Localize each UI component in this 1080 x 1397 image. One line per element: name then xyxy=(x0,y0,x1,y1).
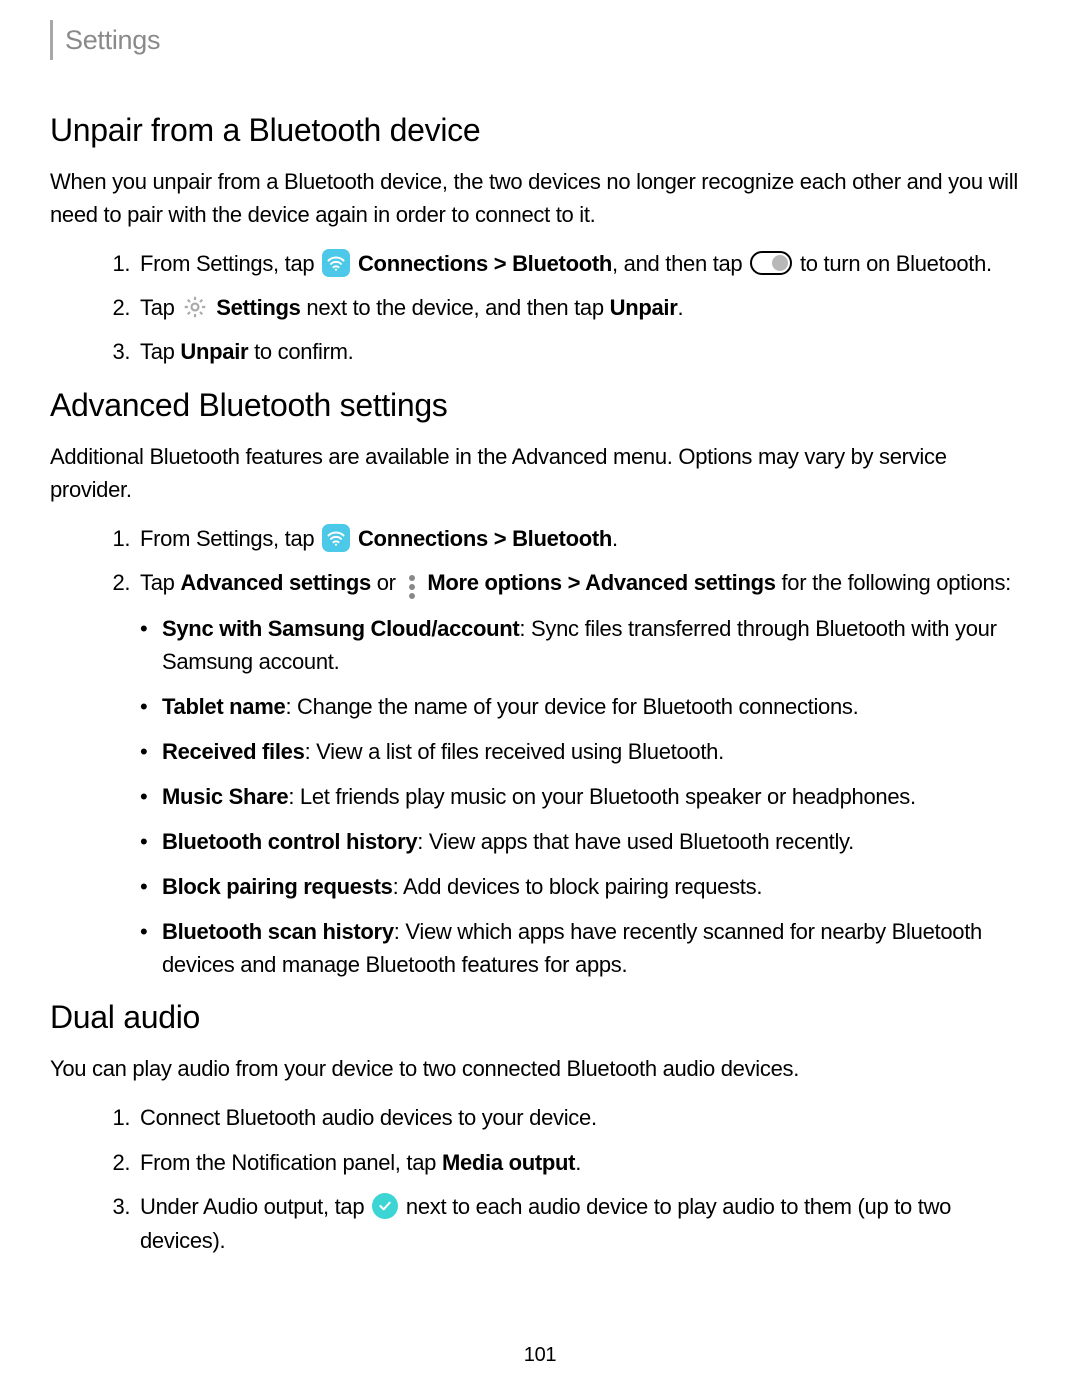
intro-dual-audio: You can play audio from your device to t… xyxy=(50,1052,1030,1085)
text: From Settings, tap xyxy=(140,526,320,551)
steps-dual-audio: Connect Bluetooth audio devices to your … xyxy=(50,1101,1030,1257)
text: From Settings, tap xyxy=(140,251,320,276)
gear-icon xyxy=(182,294,208,320)
text: . xyxy=(678,295,684,320)
list-item: Tap Advanced settings or More options > … xyxy=(136,566,1030,981)
list-item: Tap Settings next to the device, and the… xyxy=(136,291,1030,325)
text: Tap xyxy=(140,295,180,320)
option-desc: : View a list of files received using Bl… xyxy=(305,739,724,764)
option-label: Received files xyxy=(162,739,305,764)
list-item: Bluetooth scan history: View which apps … xyxy=(140,915,1030,981)
list-item: Under Audio output, tap next to each aud… xyxy=(136,1190,1030,1258)
bold-text: Advanced settings xyxy=(180,570,371,595)
list-item: Bluetooth control history: View apps tha… xyxy=(140,825,1030,858)
bold-text: Connections > Bluetooth xyxy=(358,251,612,276)
list-item: Received files: View a list of files rec… xyxy=(140,735,1030,768)
bold-text: Unpair xyxy=(180,339,248,364)
page-header: Settings xyxy=(50,0,1030,100)
heading-advanced: Advanced Bluetooth settings xyxy=(50,387,1030,424)
header-rule xyxy=(50,20,53,60)
heading-dual-audio: Dual audio xyxy=(50,999,1030,1036)
text: to turn on Bluetooth. xyxy=(794,251,992,276)
bold-text: Settings xyxy=(216,295,300,320)
list-item: From Settings, tap Connections > Bluetoo… xyxy=(136,522,1030,556)
text: or xyxy=(371,570,402,595)
text: for the following options: xyxy=(776,570,1011,595)
check-icon xyxy=(372,1193,398,1219)
advanced-options: Sync with Samsung Cloud/account: Sync fi… xyxy=(140,612,1030,981)
intro-unpair: When you unpair from a Bluetooth device,… xyxy=(50,165,1030,231)
text: to confirm. xyxy=(248,339,353,364)
header-title: Settings xyxy=(65,25,160,56)
option-label: Block pairing requests xyxy=(162,874,393,899)
option-label: Bluetooth control history xyxy=(162,829,417,854)
list-item: Connect Bluetooth audio devices to your … xyxy=(136,1101,1030,1135)
bold-text: Unpair xyxy=(610,295,678,320)
text: . xyxy=(612,526,618,551)
option-label: Sync with Samsung Cloud/account xyxy=(162,616,519,641)
heading-unpair: Unpair from a Bluetooth device xyxy=(50,112,1030,149)
text: next to the device, and then tap xyxy=(301,295,610,320)
bold-text: More options > Advanced settings xyxy=(427,570,775,595)
option-desc: : Change the name of your device for Blu… xyxy=(285,694,858,719)
option-label: Music Share xyxy=(162,784,288,809)
text: From the Notification panel, tap xyxy=(140,1150,442,1175)
bold-text: Connections > Bluetooth xyxy=(358,526,612,551)
list-item: Sync with Samsung Cloud/account: Sync fi… xyxy=(140,612,1030,678)
list-item: Music Share: Let friends play music on y… xyxy=(140,780,1030,813)
list-item: Tablet name: Change the name of your dev… xyxy=(140,690,1030,723)
page-number: 101 xyxy=(0,1344,1080,1367)
option-label: Tablet name xyxy=(162,694,285,719)
connections-icon xyxy=(322,249,350,277)
connections-icon xyxy=(322,524,350,552)
text: . xyxy=(575,1150,581,1175)
option-desc: : View apps that have used Bluetooth rec… xyxy=(417,829,854,854)
bold-text: Media output xyxy=(442,1150,575,1175)
option-label: Bluetooth scan history xyxy=(162,919,394,944)
steps-advanced: From Settings, tap Connections > Bluetoo… xyxy=(50,522,1030,981)
more-options-icon xyxy=(406,575,418,599)
option-desc: : Let friends play music on your Bluetoo… xyxy=(288,784,915,809)
intro-advanced: Additional Bluetooth features are availa… xyxy=(50,440,1030,506)
steps-unpair: From Settings, tap Connections > Bluetoo… xyxy=(50,247,1030,369)
toggle-icon xyxy=(750,251,792,275)
text: Tap xyxy=(140,570,180,595)
text: , and then tap xyxy=(612,251,748,276)
list-item: Tap Unpair to confirm. xyxy=(136,335,1030,369)
list-item: From Settings, tap Connections > Bluetoo… xyxy=(136,247,1030,281)
list-item: From the Notification panel, tap Media o… xyxy=(136,1146,1030,1180)
list-item: Block pairing requests: Add devices to b… xyxy=(140,870,1030,903)
text: Tap xyxy=(140,339,180,364)
text: Under Audio output, tap xyxy=(140,1194,370,1219)
option-desc: : Add devices to block pairing requests. xyxy=(393,874,763,899)
